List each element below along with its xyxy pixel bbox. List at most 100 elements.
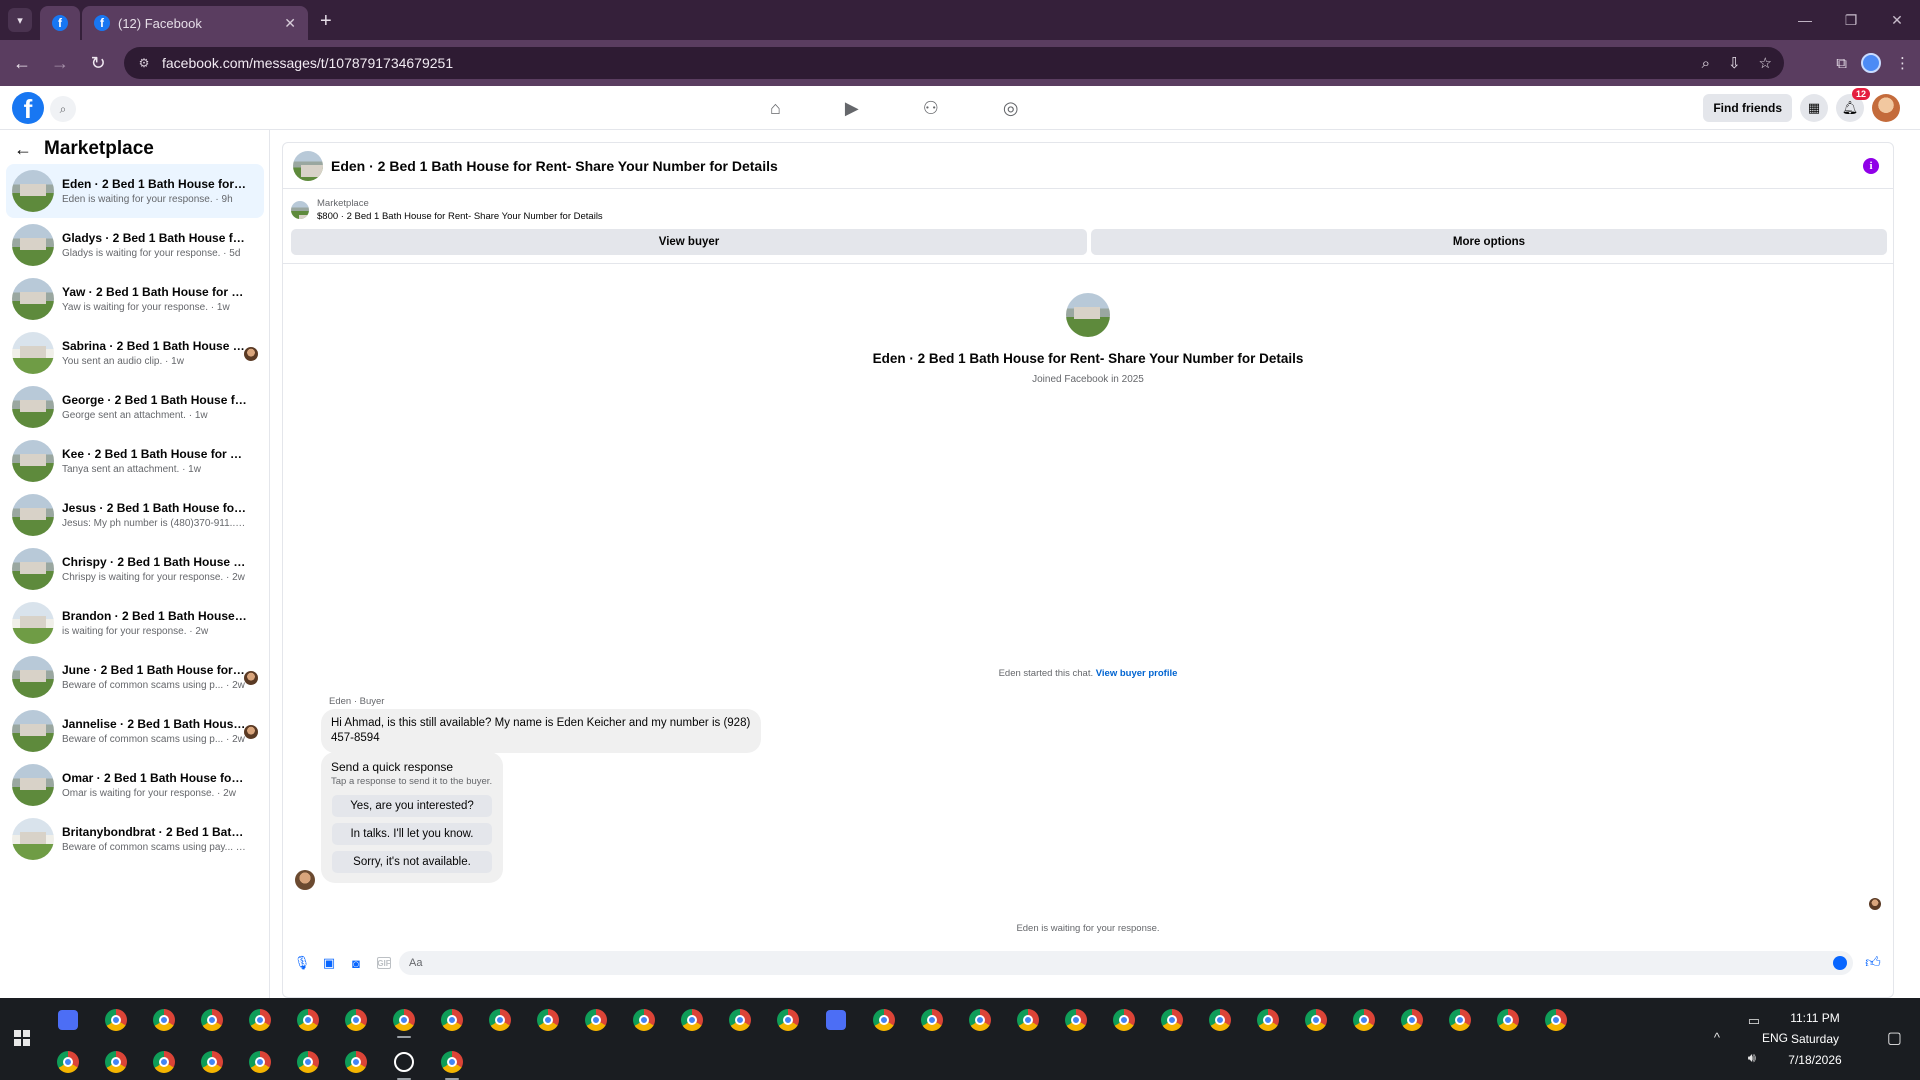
zoom-icon[interactable]: ⌕	[1702, 55, 1710, 72]
chrome-taskbar-icon[interactable]	[52, 1046, 84, 1078]
back-arrow-icon[interactable]: ←	[6, 47, 38, 79]
forward-arrow-icon[interactable]: →	[44, 47, 76, 79]
gif-icon[interactable]: GIF	[377, 957, 391, 969]
quick-response-option[interactable]: Sorry, it's not available.	[332, 851, 492, 873]
site-info-icon[interactable]: ⚙	[136, 55, 152, 71]
ring-app-taskbar-icon[interactable]	[388, 1046, 420, 1080]
document-app-taskbar-icon[interactable]	[820, 1004, 852, 1036]
chrome-taskbar-icon[interactable]	[868, 1004, 900, 1036]
chrome-taskbar-icon[interactable]	[1012, 1004, 1044, 1036]
quick-response-option[interactable]: In talks. I'll let you know.	[332, 823, 492, 845]
chrome-taskbar-icon[interactable]	[1492, 1004, 1524, 1036]
chrome-taskbar-icon[interactable]	[388, 1004, 420, 1038]
chrome-taskbar-icon[interactable]	[580, 1004, 612, 1036]
listing-thumbnail[interactable]	[293, 150, 323, 181]
browser-menu-icon[interactable]: ⋮	[1895, 54, 1910, 72]
chrome-taskbar-icon[interactable]	[1108, 1004, 1140, 1036]
chrome-taskbar-icon[interactable]	[1156, 1004, 1188, 1036]
chrome-taskbar-icon[interactable]	[1252, 1004, 1284, 1036]
address-bar[interactable]: ⚙ facebook.com/messages/t/10787917346792…	[124, 47, 1784, 79]
conversation-item[interactable]: Omar · 2 Bed 1 Bath House for Ren... Omar…	[6, 758, 264, 812]
chrome-taskbar-icon[interactable]	[244, 1004, 276, 1036]
network-icon[interactable]: ▭	[1748, 1013, 1760, 1029]
message-bubble[interactable]: Hi Ahmad, is this still available? My na…	[321, 709, 761, 753]
photo-icon[interactable]: ▣	[318, 952, 340, 974]
more-options-button[interactable]: More options	[1091, 229, 1887, 255]
view-buyer-profile-link[interactable]: View buyer profile	[1096, 668, 1178, 679]
chrome-taskbar-icon[interactable]	[148, 1046, 180, 1078]
conversation-item[interactable]: Sabrina · 2 Bed 1 Bath House for... You s…	[6, 326, 264, 380]
gaming-icon[interactable]: ◎	[1003, 86, 1019, 130]
conversation-item[interactable]: Gladys · 2 Bed 1 Bath House for Re... Gla…	[6, 218, 264, 272]
system-clock[interactable]: 11:11 PM Saturday 7/18/2026	[1770, 1008, 1860, 1071]
windows-start-icon[interactable]	[14, 1030, 30, 1046]
notification-center-icon[interactable]: ▢	[1887, 1028, 1902, 1048]
browser-profile-avatar[interactable]	[1861, 53, 1881, 73]
conversation-item[interactable]: Jannelise · 2 Bed 1 Bath House f... Bewar…	[6, 704, 264, 758]
bookmark-star-icon[interactable]: ☆	[1759, 54, 1772, 72]
tray-chevron-up-icon[interactable]: ^	[1714, 1030, 1720, 1045]
reload-icon[interactable]: ↻	[82, 47, 114, 79]
extensions-puzzle-icon[interactable]: ⧉	[1836, 55, 1847, 72]
buyer-profile-avatar[interactable]	[1066, 293, 1110, 337]
conversation-item[interactable]: George · 2 Bed 1 Bath House for R... Geor…	[6, 380, 264, 434]
chrome-taskbar-icon[interactable]	[292, 1046, 324, 1078]
groups-icon[interactable]: ⚇	[923, 86, 939, 130]
find-friends-button[interactable]: Find friends	[1703, 94, 1792, 122]
listing-summary[interactable]: Marketplace $800 · 2 Bed 1 Bath House fo…	[291, 197, 603, 223]
thumbs-up-icon[interactable]: 👍︎	[1861, 951, 1885, 975]
back-arrow-icon[interactable]: ←	[14, 139, 32, 160]
close-window-icon[interactable]: ✕	[1874, 0, 1920, 40]
chrome-taskbar-icon[interactable]	[1300, 1004, 1332, 1036]
chrome-taskbar-icon[interactable]	[340, 1004, 372, 1036]
info-icon[interactable]: i	[1863, 158, 1879, 174]
video-icon[interactable]: ▶	[845, 86, 859, 130]
emoji-icon[interactable]	[1833, 956, 1847, 970]
volume-icon[interactable]: 🔊︎	[1748, 1050, 1756, 1066]
chrome-taskbar-icon[interactable]	[436, 1004, 468, 1036]
minimize-icon[interactable]: —	[1782, 0, 1828, 40]
tab-facebook[interactable]: f (12) Facebook ✕	[82, 6, 308, 40]
search-icon[interactable]: ⌕	[50, 96, 76, 122]
message-input[interactable]: Aa	[399, 951, 1853, 975]
new-tab-plus-icon[interactable]: +	[320, 10, 332, 33]
chrome-taskbar-icon[interactable]	[1396, 1004, 1428, 1036]
chrome-taskbar-icon[interactable]	[1444, 1004, 1476, 1036]
conversation-item[interactable]: Kee · 2 Bed 1 Bath House for Rent-... Tan…	[6, 434, 264, 488]
conversation-item[interactable]: Chrispy · 2 Bed 1 Bath House for R... Chr…	[6, 542, 264, 596]
home-icon[interactable]: ⌂	[770, 86, 781, 130]
chrome-taskbar-icon[interactable]	[340, 1046, 372, 1078]
chrome-taskbar-icon[interactable]	[244, 1046, 276, 1078]
chrome-taskbar-icon[interactable]	[148, 1004, 180, 1036]
chrome-taskbar-icon[interactable]	[916, 1004, 948, 1036]
microphone-icon[interactable]: 🎙︎	[291, 952, 313, 974]
chrome-taskbar-icon[interactable]	[676, 1004, 708, 1036]
chrome-taskbar-icon[interactable]	[196, 1046, 228, 1078]
conversation-item[interactable]: Eden · 2 Bed 1 Bath House for Rent... Ede…	[6, 164, 264, 218]
chrome-taskbar-icon[interactable]	[1348, 1004, 1380, 1036]
chat-title[interactable]: Eden · 2 Bed 1 Bath House for Rent- Shar…	[331, 158, 778, 174]
pinned-tab-facebook[interactable]: f	[40, 6, 80, 40]
chrome-taskbar-icon[interactable]	[724, 1004, 756, 1036]
chrome-taskbar-icon[interactable]	[292, 1004, 324, 1036]
chrome-taskbar-icon[interactable]	[964, 1004, 996, 1036]
conversation-item[interactable]: Brandon · 2 Bed 1 Bath House for ... is w…	[6, 596, 264, 650]
menu-grid-icon[interactable]: ▦	[1800, 94, 1828, 122]
notifications-bell-icon[interactable]: 🔔︎ 12	[1836, 88, 1870, 122]
chrome-taskbar-icon[interactable]	[772, 1004, 804, 1036]
chrome-taskbar-icon[interactable]	[532, 1004, 564, 1036]
chrome-taskbar-icon[interactable]	[628, 1004, 660, 1036]
conversation-item[interactable]: Yaw · 2 Bed 1 Bath House for Rent-... Yaw…	[6, 272, 264, 326]
chrome-taskbar-icon[interactable]	[1060, 1004, 1092, 1036]
tab-close-icon[interactable]: ✕	[284, 15, 296, 32]
buyer-avatar[interactable]	[295, 870, 315, 890]
chrome-taskbar-icon[interactable]	[100, 1004, 132, 1036]
view-buyer-button[interactable]: View buyer	[291, 229, 1087, 255]
chrome-taskbar-icon[interactable]	[1540, 1004, 1572, 1036]
chrome-taskbar-icon[interactable]	[196, 1004, 228, 1036]
quick-response-option[interactable]: Yes, are you interested?	[332, 795, 492, 817]
conversation-item[interactable]: Jesus · 2 Bed 1 Bath House for Ren... Jes…	[6, 488, 264, 542]
chrome-taskbar-icon[interactable]	[1204, 1004, 1236, 1036]
restore-icon[interactable]: ❐	[1828, 0, 1874, 40]
app-taskbar-icon[interactable]	[52, 1004, 84, 1036]
